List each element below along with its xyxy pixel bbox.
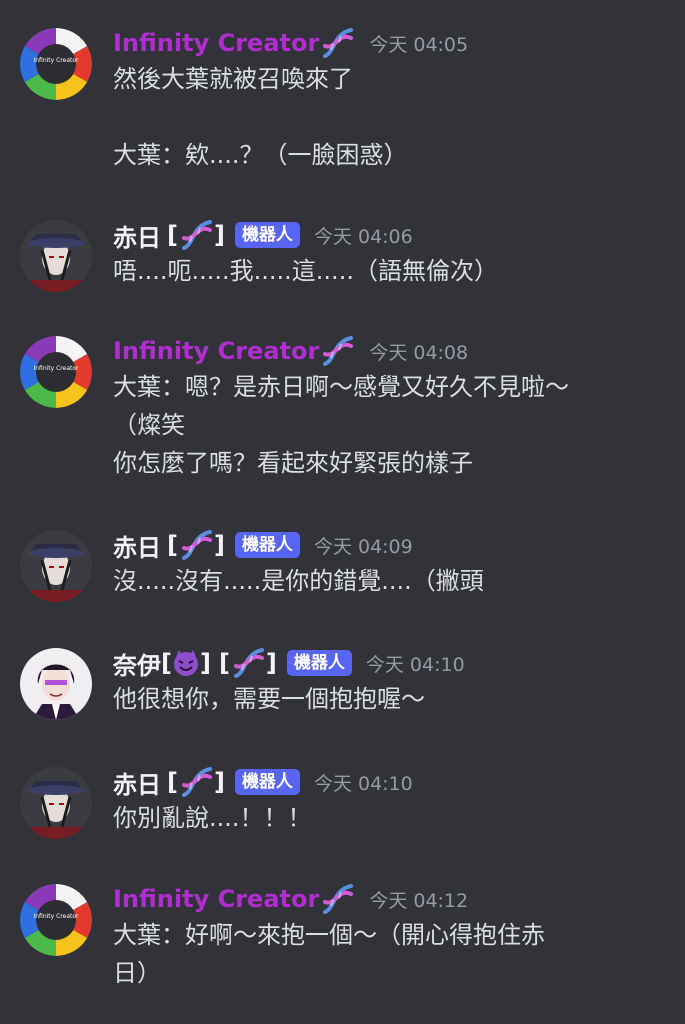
dna-icon bbox=[321, 28, 355, 58]
username[interactable]: 赤日 bbox=[113, 765, 161, 800]
message-header: 赤日 [ ] 機器人 今天 04:09 bbox=[113, 528, 413, 563]
character-avatar-icon bbox=[20, 767, 92, 839]
message-content: 然後大葉就被召喚來了 大葉：欸....？（一臉困惑） bbox=[113, 60, 673, 174]
timestamp: 今天 04:12 bbox=[369, 889, 469, 912]
bracket-close: ] bbox=[213, 768, 225, 796]
dna-icon bbox=[180, 767, 214, 797]
username[interactable]: 赤日 bbox=[113, 218, 161, 253]
dna-icon bbox=[232, 648, 266, 678]
message-content: 唔....呃.....我.....這.....（語無倫次） bbox=[113, 252, 673, 290]
timestamp: 今天 04:08 bbox=[369, 341, 469, 364]
avatar[interactable]: Infinity Creator bbox=[20, 884, 92, 956]
bracket-open: [ bbox=[218, 649, 230, 677]
message-line: 日） bbox=[113, 959, 161, 987]
message-line bbox=[113, 98, 673, 136]
bracket-close: ] bbox=[265, 649, 277, 677]
avatar[interactable] bbox=[20, 648, 92, 720]
message-content: 他很想你，需要一個抱抱喔～ bbox=[113, 680, 673, 718]
dna-icon bbox=[180, 530, 214, 560]
username[interactable]: 赤日 bbox=[113, 528, 161, 563]
message-line: 然後大葉就被召喚來了 bbox=[113, 65, 353, 93]
message-content: 你別亂說....！！！ bbox=[113, 799, 673, 837]
smiling-devil-icon bbox=[172, 649, 200, 677]
bot-badge: 機器人 bbox=[286, 650, 352, 676]
message-line: 你別亂說....！！！ bbox=[113, 804, 312, 832]
username[interactable]: Infinity Creator bbox=[113, 337, 319, 365]
message-header: Infinity Creator 今天 04:05 bbox=[113, 28, 468, 58]
avatar-label: Infinity Creator bbox=[33, 365, 79, 372]
avatar[interactable] bbox=[20, 530, 92, 602]
message-line: 大葉：嗯？是赤日啊～感覺又好久不見啦～ bbox=[113, 373, 569, 401]
timestamp: 今天 04:10 bbox=[365, 653, 465, 676]
message-header: 赤日 [ ] 機器人 今天 04:10 bbox=[113, 765, 413, 800]
message-line: 唔....呃.....我.....這.....（語無倫次） bbox=[113, 257, 498, 285]
username[interactable]: 奈伊 bbox=[113, 646, 161, 681]
bracket-open: [ bbox=[167, 221, 178, 249]
message-line: 沒.....沒有.....是你的錯覺....（撇頭 bbox=[113, 567, 484, 595]
username[interactable]: Infinity Creator bbox=[113, 885, 319, 913]
message-content: 沒.....沒有.....是你的錯覺....（撇頭 bbox=[113, 562, 673, 600]
bot-badge: 機器人 bbox=[234, 769, 300, 795]
bracket-close: ] bbox=[199, 649, 211, 677]
message-line: 他很想你，需要一個抱抱喔～ bbox=[113, 685, 425, 713]
message-content: 大葉：好啊～來抱一個～（開心得抱住赤 日） bbox=[113, 916, 673, 992]
character-avatar-icon bbox=[20, 220, 92, 292]
color-wheel-avatar-icon: Infinity Creator bbox=[20, 28, 92, 100]
avatar[interactable] bbox=[20, 220, 92, 292]
chat-message-list: Infinity Creator Infinity Creator 今天 04:… bbox=[0, 0, 685, 1024]
bracket-close: ] bbox=[213, 531, 225, 559]
bracket-close: ] bbox=[213, 221, 225, 249]
username[interactable]: Infinity Creator bbox=[113, 29, 319, 57]
bot-badge: 機器人 bbox=[234, 222, 300, 248]
timestamp: 今天 04:06 bbox=[313, 225, 413, 248]
color-wheel-avatar-icon: Infinity Creator bbox=[20, 884, 92, 956]
message-header: 赤日 [ ] 機器人 今天 04:06 bbox=[113, 218, 413, 253]
message-header: Infinity Creator 今天 04:08 bbox=[113, 336, 468, 366]
avatar[interactable] bbox=[20, 767, 92, 839]
color-wheel-avatar-icon: Infinity Creator bbox=[20, 336, 92, 408]
avatar[interactable]: Infinity Creator bbox=[20, 336, 92, 408]
message-line: （燦笑 bbox=[113, 411, 185, 439]
dna-icon bbox=[180, 220, 214, 250]
message-header: 奈伊 [ ] [ ] 機器人 今天 04:10 bbox=[113, 646, 465, 681]
avatar-label: Infinity Creator bbox=[33, 57, 79, 64]
bracket-open: [ bbox=[167, 531, 178, 559]
character-avatar-icon bbox=[20, 648, 92, 720]
timestamp: 今天 04:09 bbox=[313, 535, 413, 558]
message-content: 大葉：嗯？是赤日啊～感覺又好久不見啦～ （燦笑 你怎麼了嗎？看起來好緊張的樣子 bbox=[113, 368, 673, 482]
bracket-open: [ bbox=[167, 768, 178, 796]
bracket-open: [ bbox=[161, 649, 172, 677]
timestamp: 今天 04:10 bbox=[313, 772, 413, 795]
bot-badge: 機器人 bbox=[234, 532, 300, 558]
timestamp: 今天 04:05 bbox=[369, 33, 469, 56]
message-line: 大葉：欸....？（一臉困惑） bbox=[113, 141, 408, 169]
message-line: 你怎麼了嗎？看起來好緊張的樣子 bbox=[113, 449, 473, 477]
character-avatar-icon bbox=[20, 530, 92, 602]
avatar[interactable]: Infinity Creator bbox=[20, 28, 92, 100]
dna-icon bbox=[321, 884, 355, 914]
dna-icon bbox=[321, 336, 355, 366]
message-header: Infinity Creator 今天 04:12 bbox=[113, 884, 468, 914]
message-line: 大葉：好啊～來抱一個～（開心得抱住赤 bbox=[113, 921, 545, 949]
avatar-label: Infinity Creator bbox=[33, 913, 79, 920]
